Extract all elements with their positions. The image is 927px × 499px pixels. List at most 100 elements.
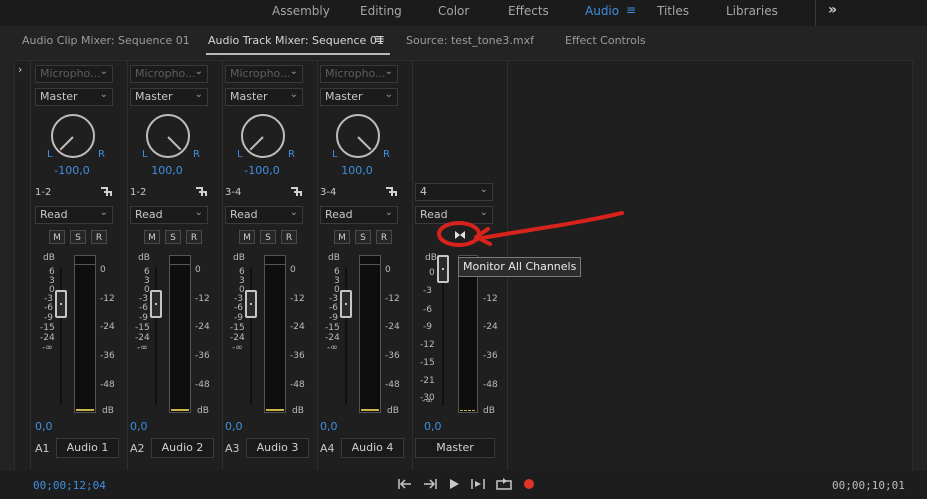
volume-value[interactable]: 0,0 — [130, 420, 148, 433]
fader-scale-tick: -∞ — [42, 343, 53, 353]
mute-button[interactable]: M — [334, 230, 350, 244]
meter-scale-tick: -36 — [385, 351, 400, 361]
channel-route-label: 1-2 — [130, 187, 147, 198]
fader-scale-tick: -6 — [234, 303, 243, 313]
automation-value: Read — [40, 208, 68, 221]
hamburger-icon[interactable]: ≡ — [626, 3, 636, 17]
workspace-effects[interactable]: Effects — [508, 4, 549, 18]
volume-fader[interactable] — [55, 290, 67, 318]
automation-dropdown[interactable]: Read ⌄ — [130, 206, 208, 224]
mute-button[interactable]: M — [144, 230, 160, 244]
workspace-assembly[interactable]: Assembly — [272, 4, 330, 18]
input-dropdown[interactable]: Micropho... ⌄ — [35, 65, 113, 83]
solo-button[interactable]: S — [165, 230, 181, 244]
current-timecode[interactable]: 00;00;12;04 — [33, 479, 106, 492]
output-dropdown[interactable]: Master ⌄ — [130, 88, 208, 106]
output-dropdown[interactable]: Master ⌄ — [225, 88, 303, 106]
record-enable-button[interactable]: R — [281, 230, 297, 244]
pan-knob[interactable] — [241, 114, 285, 158]
track-id: A4 — [320, 442, 335, 455]
automation-dropdown[interactable]: Read ⌄ — [225, 206, 303, 224]
meter-scale-tick: 0 — [290, 265, 296, 275]
pan-value[interactable]: 100,0 — [127, 164, 207, 177]
automation-value: Read — [135, 208, 163, 221]
chevron-right-icon[interactable]: › — [18, 63, 22, 76]
input-dropdown[interactable]: Micropho... ⌄ — [225, 65, 303, 83]
fader-scale-tick: -15 — [40, 323, 55, 333]
meter-peak — [460, 410, 476, 411]
automation-dropdown[interactable]: Read ⌄ — [35, 206, 113, 224]
pan-knob[interactable] — [51, 114, 95, 158]
play-in-to-out-icon[interactable] — [469, 476, 487, 492]
volume-value[interactable]: 0,0 — [35, 420, 53, 433]
transport-bar: 00;00;12;04 00;00;10;01 — [0, 471, 927, 499]
solo-button[interactable]: S — [355, 230, 371, 244]
master-volume-value[interactable]: 0,0 — [424, 420, 442, 433]
meter-scale-tick: dB — [292, 406, 304, 416]
fader-scale-tick: -∞ — [327, 343, 338, 353]
master-meter-scale-tick: -36 — [483, 351, 498, 361]
fader-scale-tick: -15 — [325, 323, 340, 333]
collapse-column: › — [14, 60, 31, 470]
divider — [815, 0, 816, 26]
channel-route-label: 3-4 — [320, 187, 337, 198]
volume-fader[interactable] — [340, 290, 352, 318]
master-fader-scale-tick: -∞ — [422, 396, 433, 406]
volume-value[interactable]: 0,0 — [225, 420, 243, 433]
red-annotation-marker — [437, 211, 624, 247]
knob-needle — [59, 136, 74, 151]
pan-value[interactable]: -100,0 — [32, 164, 112, 177]
mute-button[interactable]: M — [239, 230, 255, 244]
pan-knob[interactable] — [146, 114, 190, 158]
double-chevron-right-icon[interactable]: » — [828, 2, 837, 18]
solo-button[interactable]: S — [260, 230, 276, 244]
tab-audio-track-mixer[interactable]: Audio Track Mixer: Sequence 01 — [208, 34, 384, 47]
volume-value[interactable]: 0,0 — [320, 420, 338, 433]
workspace-titles[interactable]: Titles — [657, 4, 689, 18]
output-dropdown[interactable]: Master ⌄ — [320, 88, 398, 106]
meter-clip-indicator — [360, 256, 380, 265]
tab-effect-controls[interactable]: Effect Controls — [565, 34, 646, 47]
tab-audio-clip-mixer[interactable]: Audio Clip Mixer: Sequence 01 — [22, 34, 190, 47]
pan-value[interactable]: 100,0 — [317, 164, 397, 177]
active-tab-underline — [206, 53, 390, 55]
master-channels-dropdown[interactable]: 4 ⌄ — [415, 183, 493, 201]
play-icon[interactable] — [445, 476, 463, 492]
master-volume-fader[interactable] — [437, 255, 449, 283]
record-icon[interactable] — [520, 476, 538, 492]
routing-icon[interactable] — [290, 186, 302, 198]
automation-dropdown[interactable]: Read ⌄ — [320, 206, 398, 224]
panel-menu-icon[interactable]: ≡ — [374, 32, 385, 47]
go-to-in-icon[interactable] — [396, 476, 414, 492]
volume-fader[interactable] — [245, 290, 257, 318]
routing-icon[interactable] — [100, 186, 112, 198]
output-dropdown[interactable]: Master ⌄ — [35, 88, 113, 106]
volume-fader[interactable] — [150, 290, 162, 318]
record-enable-button[interactable]: R — [186, 230, 202, 244]
track-name: Audio 4 — [341, 438, 404, 458]
routing-icon[interactable] — [385, 186, 397, 198]
workspace-color[interactable]: Color — [438, 4, 469, 18]
fader-db-label: dB — [138, 253, 150, 263]
go-to-out-icon[interactable] — [421, 476, 439, 492]
workspace-editing[interactable]: Editing — [360, 4, 402, 18]
meter-scale-tick: -12 — [385, 294, 400, 304]
meter-scale-tick: -48 — [385, 380, 400, 390]
pan-value[interactable]: -100,0 — [222, 164, 302, 177]
loop-icon[interactable] — [495, 476, 513, 492]
track-name: Audio 3 — [246, 438, 309, 458]
record-enable-button[interactable]: R — [376, 230, 392, 244]
tab-source[interactable]: Source: test_tone3.mxf — [406, 34, 534, 47]
pan-knob[interactable] — [336, 114, 380, 158]
input-dropdown[interactable]: Micropho... ⌄ — [320, 65, 398, 83]
routing-icon[interactable] — [195, 186, 207, 198]
fader-track — [60, 267, 62, 405]
meter-clip-indicator — [75, 256, 95, 265]
input-dropdown[interactable]: Micropho... ⌄ — [130, 65, 208, 83]
record-enable-button[interactable]: R — [91, 230, 107, 244]
workspace-libraries[interactable]: Libraries — [726, 4, 778, 18]
meter-scale-tick: -36 — [100, 351, 115, 361]
workspace-audio[interactable]: Audio — [585, 4, 619, 18]
solo-button[interactable]: S — [70, 230, 86, 244]
mute-button[interactable]: M — [49, 230, 65, 244]
